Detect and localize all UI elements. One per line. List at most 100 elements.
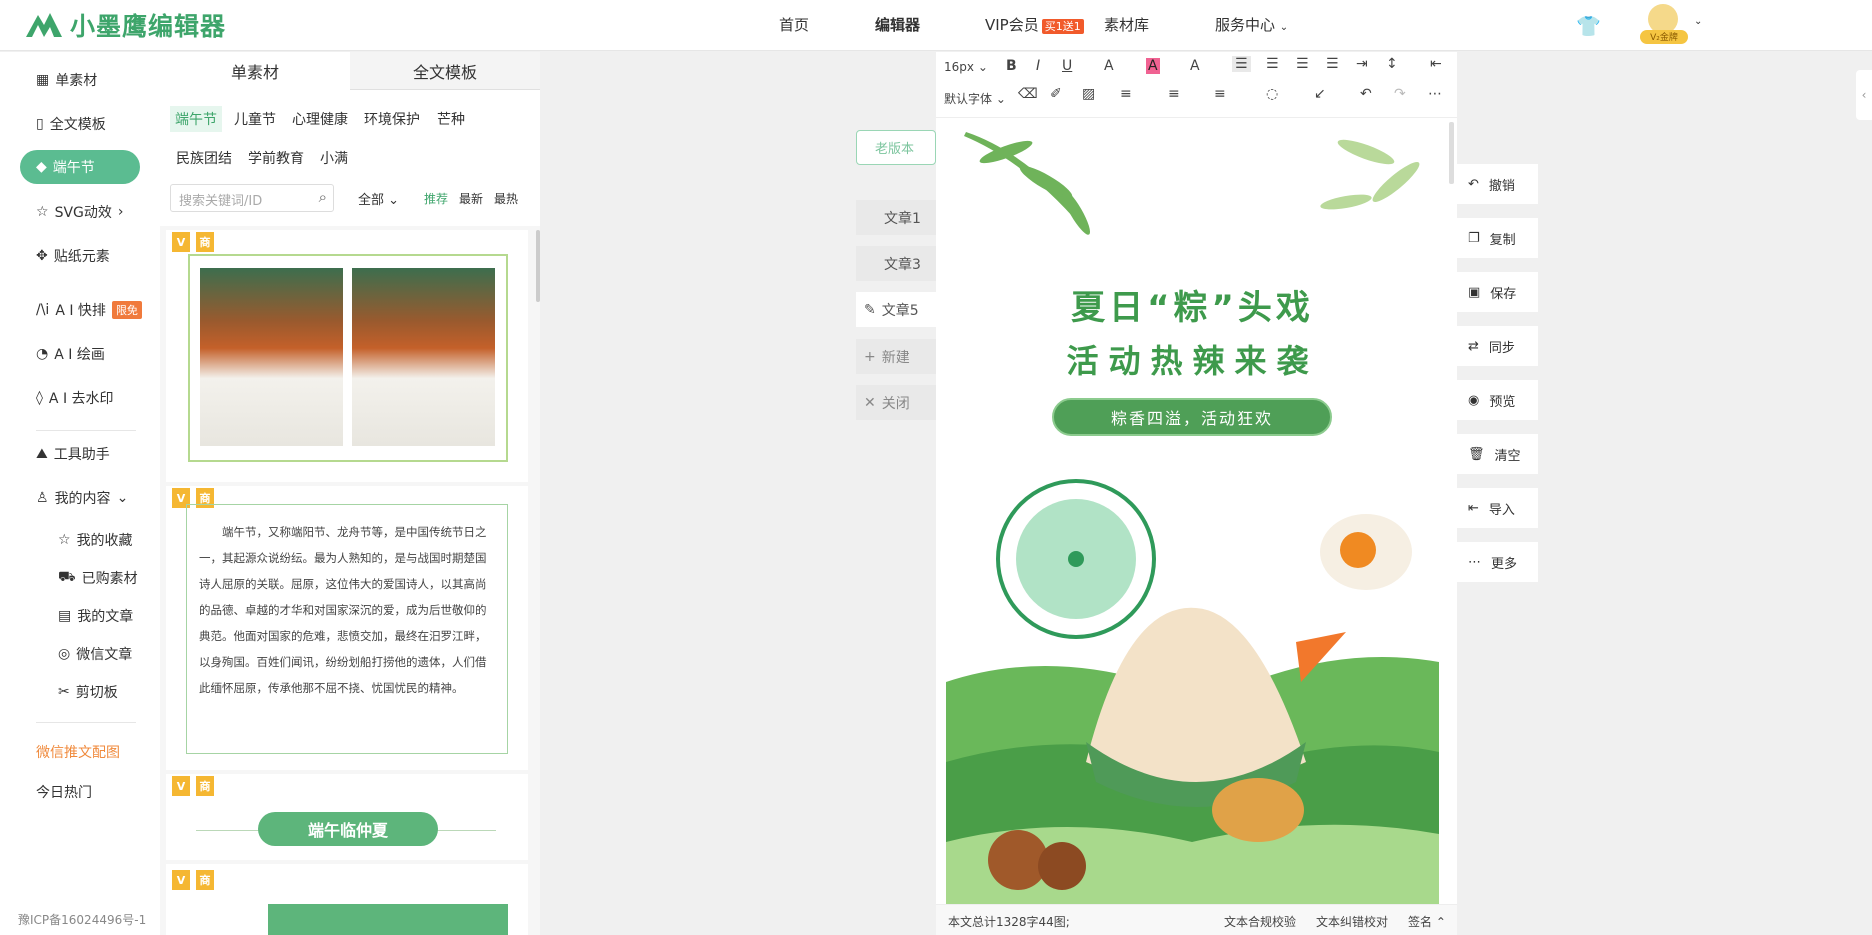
- more-icon[interactable]: ⋯: [1428, 86, 1442, 102]
- clear-button[interactable]: 🗑 清空: [1456, 434, 1538, 474]
- commercial-badge: 商: [196, 870, 214, 890]
- old-version-button[interactable]: 老版本: [856, 130, 936, 165]
- category-children[interactable]: 儿童节: [234, 109, 276, 129]
- sidebar-item-single[interactable]: ▦ 单素材: [36, 70, 97, 90]
- category-dragon-boat[interactable]: 端午节: [170, 106, 222, 132]
- material-card-banner[interactable]: V 商 端午临仲夏: [166, 774, 528, 860]
- sidebar-item-tools[interactable]: ⛰ 工具助手: [36, 444, 110, 464]
- font-size-select[interactable]: 16px ⌄: [944, 60, 988, 74]
- sidebar-link-hot[interactable]: 今日热门: [36, 782, 92, 802]
- import-label: 导入: [1488, 502, 1515, 518]
- font-color-icon[interactable]: A: [1104, 58, 1114, 74]
- panel-scrollbar[interactable]: [536, 230, 540, 302]
- article-canvas[interactable]: 夏日“粽”头戏 活动热辣来袭 粽香四溢，活动狂欢: [946, 122, 1439, 904]
- sidebar-sub-articles[interactable]: ▤ 我的文章: [58, 606, 133, 626]
- category-environment[interactable]: 环境保护: [364, 109, 420, 129]
- exit-icon[interactable]: ⇤: [1430, 56, 1442, 72]
- align-left-icon[interactable]: ☰: [1232, 56, 1251, 72]
- text-effect-icon[interactable]: A: [1190, 58, 1200, 74]
- sidebar-item-svg[interactable]: ☆ SVG动效 ›: [36, 202, 123, 222]
- save-button[interactable]: ▣ 保存: [1456, 272, 1538, 312]
- sidebar-item-label: 单素材: [55, 73, 98, 89]
- underline-icon[interactable]: U: [1062, 58, 1072, 74]
- material-card-text[interactable]: V 商 端午节，又称端阳节、龙舟节等，是中国传统节日之一，其起源众说纷纭。最为人…: [166, 486, 528, 770]
- tab-single-material[interactable]: 单素材: [160, 52, 350, 90]
- category-grain[interactable]: 芒种: [437, 109, 465, 129]
- category-unity[interactable]: 民族团结: [176, 148, 232, 168]
- signature-button[interactable]: 签名 ⌃: [1408, 913, 1446, 930]
- article-tab-3[interactable]: 文章3: [856, 246, 938, 281]
- category-mental[interactable]: 心理健康: [292, 109, 348, 129]
- search-input[interactable]: 搜索关键词/ID ⌕: [170, 184, 334, 212]
- divider-icon[interactable]: ≡: [1120, 86, 1132, 102]
- article-tab-1[interactable]: 文章1: [856, 200, 938, 235]
- sidebar-item-my-content[interactable]: ♙ 我的内容 ⌄: [36, 488, 128, 508]
- user-avatar[interactable]: V₂金牌: [1640, 4, 1690, 46]
- image-icon[interactable]: ▨: [1082, 86, 1095, 102]
- collapse-chevron-icon[interactable]: ‹: [1856, 70, 1872, 120]
- sidebar-sub-purchased[interactable]: ⛟ 已购素材: [58, 568, 138, 588]
- sidebar-sub-wechat[interactable]: ◎ 微信文章: [58, 644, 132, 664]
- copy-button[interactable]: ❐ 复制: [1456, 218, 1538, 258]
- bulb-icon[interactable]: ◌: [1266, 86, 1278, 102]
- nav-editor[interactable]: 编辑器: [875, 14, 920, 35]
- nav-library[interactable]: 素材库: [1104, 14, 1149, 35]
- sidebar-item-sticker[interactable]: ✥ 贴纸元素: [36, 246, 110, 266]
- bold-icon[interactable]: B: [1006, 58, 1017, 74]
- sidebar-item-ai-draw[interactable]: ◔ A I 绘画: [36, 344, 105, 364]
- compliance-check-button[interactable]: 文本合规校验: [1224, 913, 1296, 930]
- brush-icon[interactable]: ✐: [1050, 86, 1062, 102]
- sort-newest[interactable]: 最新: [459, 190, 483, 207]
- preview-button[interactable]: ◉ 预览: [1456, 380, 1538, 420]
- avatar-chevron-icon[interactable]: ⌄: [1694, 16, 1702, 27]
- article-tab-label: 文章5: [881, 302, 919, 319]
- article-tab-5[interactable]: ✎ 文章5: [856, 292, 938, 327]
- eraser-icon[interactable]: ⌫: [1018, 86, 1038, 102]
- banner-title: 端午临仲夏: [258, 812, 438, 846]
- sidebar-link-wechat-images[interactable]: 微信推文配图: [36, 742, 120, 762]
- filter-all-label: 全部: [358, 193, 385, 208]
- search-icon[interactable]: ⌕: [319, 188, 327, 206]
- category-xiaoman[interactable]: 小满: [320, 148, 348, 168]
- sidebar-item-template[interactable]: ▯ 全文模板: [36, 114, 106, 134]
- material-card-food[interactable]: V 商: [166, 230, 528, 482]
- border-icon[interactable]: ≡: [1214, 86, 1226, 102]
- more-button[interactable]: ⋯ 更多: [1456, 542, 1538, 582]
- align-right-icon[interactable]: ☰: [1296, 56, 1309, 72]
- nav-vip[interactable]: VIP会员 买1送1: [985, 14, 1084, 35]
- sidebar-item-ai-watermark[interactable]: ◊ A I 去水印: [36, 388, 114, 408]
- highlight-icon[interactable]: A: [1146, 58, 1160, 74]
- new-article-button[interactable]: + 新建: [856, 339, 938, 374]
- category-preschool[interactable]: 学前教育: [248, 148, 304, 168]
- justify-icon[interactable]: ☰: [1326, 56, 1339, 72]
- material-card-photo[interactable]: V 商: [166, 864, 528, 935]
- sync-button[interactable]: ⇄ 同步: [1456, 326, 1538, 366]
- close-article-button[interactable]: ✕ 关闭: [856, 385, 938, 420]
- sidebar-sub-favorites[interactable]: ☆ 我的收藏: [58, 530, 133, 550]
- editor-scrollbar[interactable]: [1449, 122, 1454, 184]
- logo[interactable]: 小墨鹰编辑器: [24, 8, 226, 42]
- arrow-icon[interactable]: ↙: [1314, 86, 1326, 102]
- sidebar-item-dragon-boat[interactable]: ◆ 端午节: [20, 150, 140, 184]
- line-height-icon[interactable]: ↕: [1386, 56, 1398, 72]
- import-button[interactable]: ⇤ 导入: [1456, 488, 1538, 528]
- nav-service[interactable]: 服务中心 ⌄: [1215, 14, 1288, 35]
- spacing-icon[interactable]: ≡: [1168, 86, 1180, 102]
- undo-label: 撤销: [1488, 178, 1515, 194]
- filter-all-dropdown[interactable]: 全部 ⌄: [358, 189, 399, 208]
- nav-home[interactable]: 首页: [779, 14, 809, 35]
- proofread-button[interactable]: 文本纠错校对: [1316, 913, 1388, 930]
- italic-icon[interactable]: I: [1036, 58, 1040, 74]
- shirt-icon[interactable]: 👕: [1576, 14, 1601, 38]
- redo-icon[interactable]: ↷: [1394, 86, 1406, 102]
- sidebar-sub-clipboard[interactable]: ✂ 剪切板: [58, 682, 118, 702]
- tab-full-template[interactable]: 全文模板: [350, 52, 540, 90]
- indent-icon[interactable]: ⇥: [1356, 56, 1368, 72]
- undo-icon[interactable]: ↶: [1360, 86, 1372, 102]
- sidebar-item-ai-layout[interactable]: /\i A I 快排 限免: [36, 300, 142, 320]
- undo-button[interactable]: ↶ 撤销: [1456, 164, 1538, 204]
- sort-recommend[interactable]: 推荐: [424, 190, 448, 207]
- sort-hottest[interactable]: 最热: [494, 190, 518, 207]
- font-family-select[interactable]: 默认字体 ⌄: [944, 90, 1006, 107]
- align-center-icon[interactable]: ☰: [1266, 56, 1279, 72]
